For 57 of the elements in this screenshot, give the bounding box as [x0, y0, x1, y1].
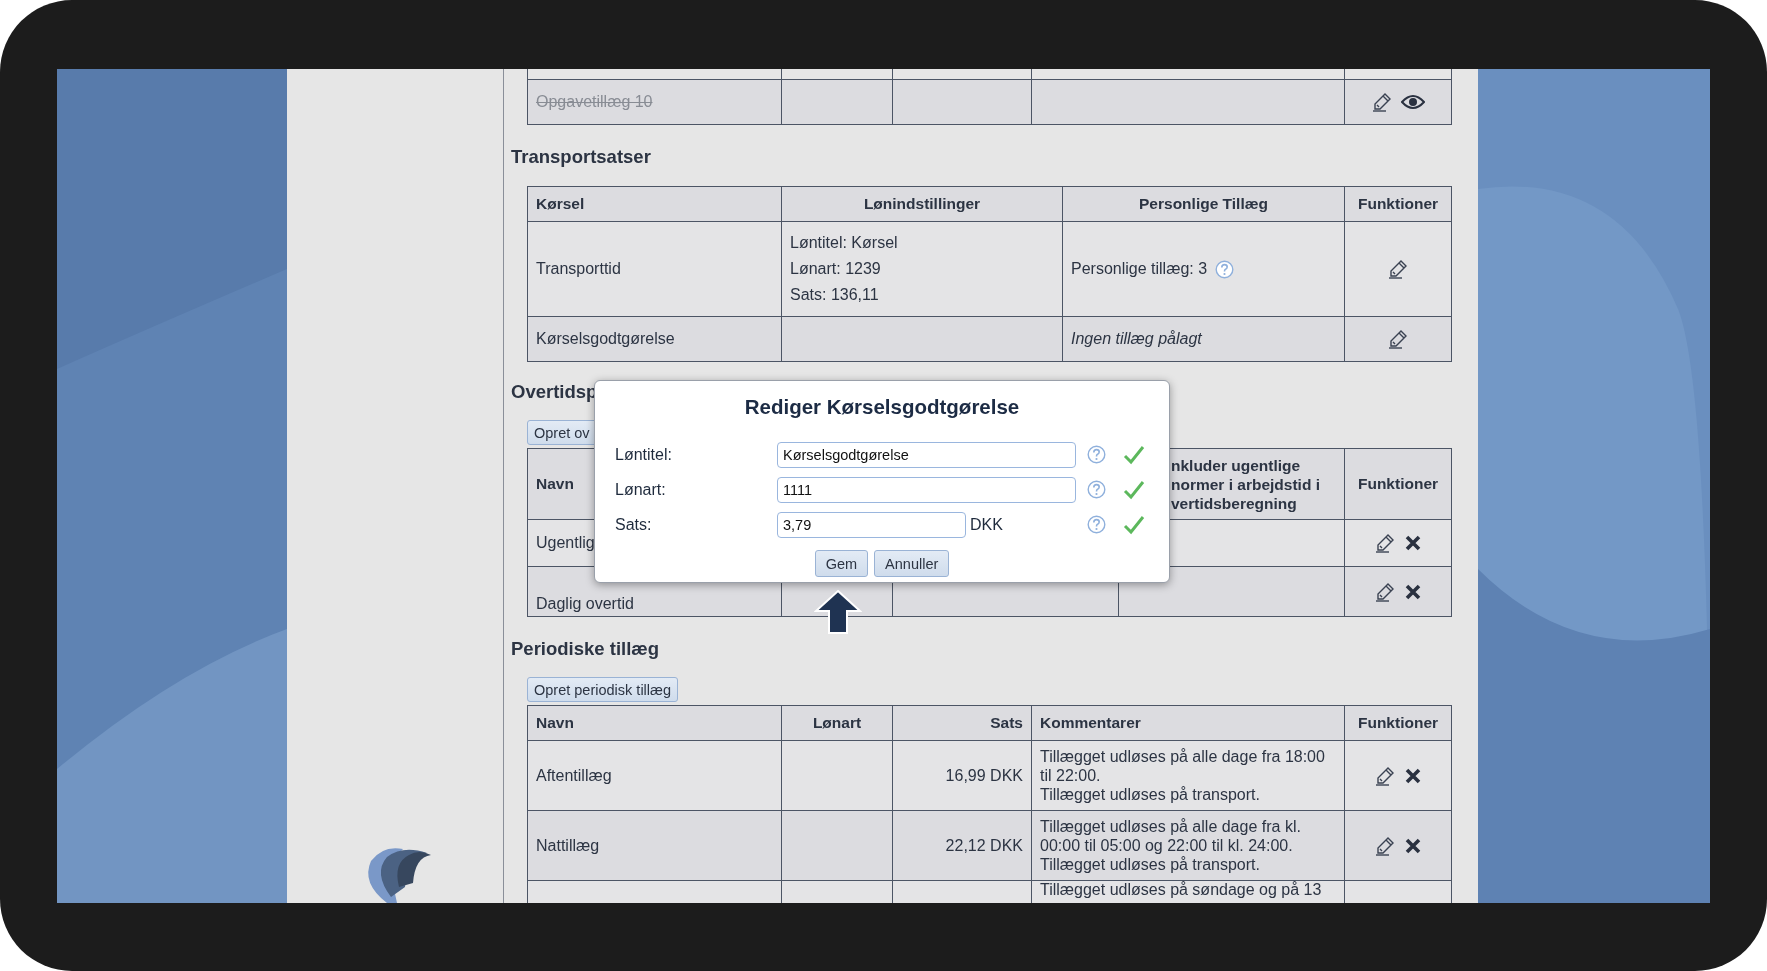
- eye-icon[interactable]: [1400, 94, 1425, 110]
- section-heading: Transportsatser: [511, 146, 652, 168]
- table-cell: Opgavetillæg 10: [536, 93, 653, 110]
- table-cell: Daglig overtid: [536, 595, 634, 612]
- table-cell: Transporttid: [536, 260, 621, 277]
- dialog-title: Rediger Kørselsgodtgørelse: [743, 395, 1021, 419]
- table-cell: Personlige tillæg: 3: [1071, 260, 1208, 278]
- column-header: Sats: [990, 714, 1023, 731]
- table-cell: Nattillæg: [536, 836, 600, 854]
- delete-icon[interactable]: [1403, 534, 1422, 552]
- setting-text: Sats: 136,11: [790, 285, 880, 305]
- column-header: Navn: [536, 714, 574, 731]
- column-header: Funktioner: [1344, 186, 1452, 222]
- table-cell: Ingen tillæg pålagt: [1071, 330, 1202, 347]
- comment-text: Tillægget udløses på alle dage fra 18:00 til 22:00. Tillægget udløses på transport.: [1040, 747, 1326, 804]
- input-field[interactable]: Kørselsgodtgørelse: [777, 441, 1076, 468]
- pencil-icon[interactable]: [1371, 92, 1392, 112]
- column-header: Kørsel: [527, 186, 782, 222]
- field-label: Løntitel:: [615, 445, 673, 464]
- field-label: Lønart:: [615, 480, 667, 499]
- pencil-icon[interactable]: [1374, 581, 1395, 602]
- section-heading: Periodiske tillæg: [511, 638, 661, 660]
- column-header: Lønart: [812, 714, 862, 731]
- pencil-icon[interactable]: [1374, 765, 1395, 786]
- table-cell: Ugentlig: [536, 534, 595, 551]
- comment-text: Tillægget udløses på alle dage fra kl. 00:00 til 05:00 og 22:00 til kl. 24:00. Tillægget udløses på transport.: [1040, 817, 1302, 874]
- delete-icon[interactable]: [1403, 766, 1422, 785]
- delete-icon[interactable]: [1403, 582, 1422, 601]
- column-header: Kommentarer: [1040, 714, 1141, 731]
- table-cell: 22,12 DKK: [945, 836, 1023, 854]
- section-heading: Overtidsp: [511, 381, 599, 403]
- column-header: nkluder ugentlige normer i arbejdstid i vertidsberegning: [1171, 456, 1320, 512]
- table-cell: Kørselsgodtgørelse: [536, 330, 675, 347]
- dialog-button[interactable]: Gem: [814, 550, 869, 577]
- comment-text: Tillægget udløses på søndage og på 13: [1040, 881, 1323, 898]
- arrow-icon: [814, 589, 862, 635]
- pencil-icon[interactable]: [1374, 533, 1395, 553]
- unit-label: DKK: [970, 515, 1003, 534]
- create-button[interactable]: Opret periodisk tillæg: [527, 677, 678, 702]
- table-cell: 16,99 DKK: [945, 766, 1023, 784]
- pencil-icon[interactable]: [1388, 259, 1408, 279]
- column-header: Personlige Tillæg: [1062, 186, 1345, 222]
- setting-text: Løntitel: Kørsel: [790, 233, 899, 253]
- field-label: Sats:: [615, 515, 653, 534]
- column-header: Funktioner: [1357, 714, 1439, 731]
- input-field[interactable]: 1111: [777, 476, 1076, 503]
- column-header: Navn: [536, 475, 574, 492]
- setting-text: Lønart: 1239: [790, 259, 882, 279]
- dialog-button[interactable]: Annuller: [874, 550, 950, 577]
- input-field[interactable]: 3,79: [777, 511, 966, 538]
- delete-icon[interactable]: [1403, 836, 1422, 855]
- column-header: Funktioner: [1357, 475, 1439, 492]
- create-button[interactable]: Opret ov: [527, 420, 597, 445]
- pencil-icon[interactable]: [1388, 329, 1408, 349]
- table-cell: Aftentillæg: [536, 766, 612, 784]
- column-header: Lønindstillinger: [781, 186, 1063, 222]
- pencil-icon[interactable]: [1374, 835, 1395, 856]
